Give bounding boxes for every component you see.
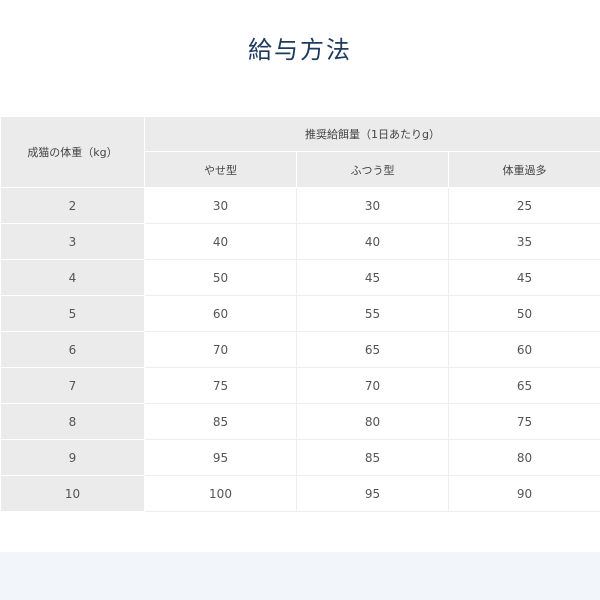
feeding-amount-cell: 95 — [296, 475, 449, 512]
weight-cell: 9 — [0, 439, 145, 476]
table-row: 8 85 80 75 — [0, 403, 600, 440]
weight-cell: 2 — [0, 187, 145, 224]
page: 給与方法 成猫の体重（kg） 推奨給餌量（1日あたりg） やせ型 ふつう型 体重… — [0, 0, 600, 600]
feeding-amount-cell: 70 — [144, 331, 297, 368]
feeding-amount-cell: 40 — [296, 223, 449, 260]
table-row: 5 60 55 50 — [0, 295, 600, 332]
feeding-amount-cell: 65 — [296, 331, 449, 368]
feeding-amount-group-header: 推奨給餌量（1日あたりg） — [144, 116, 600, 152]
feeding-amount-cell: 50 — [144, 259, 297, 296]
footer-band — [0, 552, 600, 600]
table-row: 9 95 85 80 — [0, 439, 600, 476]
weight-cell: 3 — [0, 223, 145, 260]
feeding-amount-cell: 70 — [296, 367, 449, 404]
weight-cell: 4 — [0, 259, 145, 296]
weight-cell: 7 — [0, 367, 145, 404]
feeding-amount-cell: 50 — [448, 295, 600, 332]
table-row: 6 70 65 60 — [0, 331, 600, 368]
feeding-amount-cell: 95 — [144, 439, 297, 476]
feeding-amount-cell: 100 — [144, 475, 297, 512]
feeding-amount-cell: 25 — [448, 187, 600, 224]
feeding-amount-cell: 60 — [144, 295, 297, 332]
feeding-amount-cell: 30 — [296, 187, 449, 224]
column-header-overweight: 体重過多 — [448, 151, 600, 188]
feeding-amount-cell: 30 — [144, 187, 297, 224]
feeding-amount-cell: 35 — [448, 223, 600, 260]
weight-column-header: 成猫の体重（kg） — [0, 116, 145, 188]
feeding-amount-cell: 40 — [144, 223, 297, 260]
table-row: 7 75 70 65 — [0, 367, 600, 404]
feeding-table: 成猫の体重（kg） 推奨給餌量（1日あたりg） やせ型 ふつう型 体重過多 23… — [0, 116, 600, 512]
column-header-normal: ふつう型 — [296, 151, 449, 188]
feeding-amount-cell: 90 — [448, 475, 600, 512]
feeding-amount-cell: 85 — [144, 403, 297, 440]
feeding-amount-cell: 80 — [296, 403, 449, 440]
feeding-amount-cell: 60 — [448, 331, 600, 368]
feeding-amount-cell: 45 — [296, 259, 449, 296]
feeding-amount-cell: 75 — [144, 367, 297, 404]
column-header-thin: やせ型 — [144, 151, 297, 188]
table-row: 3 40 40 35 — [0, 223, 600, 260]
feeding-amount-cell: 45 — [448, 259, 600, 296]
page-title: 給与方法 — [248, 36, 352, 64]
table-body: 2 30 30 25 3 40 40 35 4 50 45 45 5 60 55 50 6 70 65 60 7 75 70… — [0, 187, 600, 512]
weight-cell: 8 — [0, 403, 145, 440]
weight-cell: 6 — [0, 331, 145, 368]
table-row: 2 30 30 25 — [0, 187, 600, 224]
weight-cell: 5 — [0, 295, 145, 332]
feeding-amount-cell: 80 — [448, 439, 600, 476]
feeding-amount-cell: 55 — [296, 295, 449, 332]
feeding-amount-cell: 85 — [296, 439, 449, 476]
feeding-amount-cell: 75 — [448, 403, 600, 440]
table-row: 4 50 45 45 — [0, 259, 600, 296]
feeding-amount-cell: 65 — [448, 367, 600, 404]
table-row: 10 100 95 90 — [0, 475, 600, 512]
weight-cell: 10 — [0, 475, 145, 512]
